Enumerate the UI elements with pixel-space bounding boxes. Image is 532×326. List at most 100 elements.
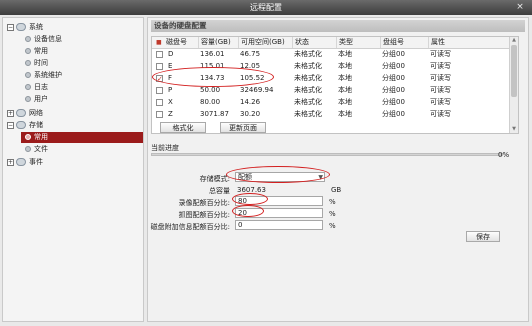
cell-status: 未格式化: [294, 62, 322, 70]
folder-icon: [16, 23, 26, 31]
cell-free: 30.20: [240, 110, 261, 118]
remote-config-window: 远程配置 × − 系统 设备信息 常用 时间 系统维护 日志 用户 + 网络 − 存储: [0, 0, 532, 326]
cell-group: 分组00: [382, 74, 405, 82]
row-checkbox[interactable]: [156, 99, 163, 106]
table-row[interactable]: P 50.00 32469.94 未格式化 本地 分组00 可读写: [152, 85, 512, 96]
picture-quota-input[interactable]: 20: [235, 208, 323, 218]
row-checkbox[interactable]: [156, 63, 163, 70]
row-checkbox[interactable]: [156, 51, 163, 58]
save-button[interactable]: 保存: [466, 231, 500, 242]
table-scrollbar[interactable]: ▲ ▼: [509, 37, 518, 133]
row-checkbox[interactable]: [156, 87, 163, 94]
cell-free: 14.26: [240, 98, 261, 106]
collapse-icon[interactable]: −: [7, 121, 14, 129]
extra-quota-unit: %: [329, 222, 336, 230]
chevron-down-icon[interactable]: ▼: [318, 173, 323, 182]
header-marker-icon: ■: [156, 39, 162, 46]
cell-type: 本地: [338, 74, 352, 82]
settings-icon: [25, 36, 31, 42]
settings-icon: [25, 60, 31, 66]
cell-group: 分组00: [382, 50, 405, 58]
tree-item-log[interactable]: 日志: [25, 82, 48, 93]
settings-icon: [25, 146, 31, 152]
format-button[interactable]: 格式化: [160, 122, 206, 133]
tree-item-file[interactable]: 文件: [25, 144, 48, 155]
cell-capacity: 50.00: [200, 86, 221, 94]
cell-disk: F: [168, 74, 173, 82]
tree-item-general[interactable]: 常用: [25, 46, 48, 57]
cell-capacity: 136.01: [200, 50, 225, 58]
cell-capacity: 3071.87: [200, 110, 229, 118]
expand-icon[interactable]: +: [7, 158, 14, 166]
tree-item-time[interactable]: 时间: [25, 58, 48, 69]
folder-icon: [16, 158, 26, 166]
storage-mode-select[interactable]: 配额 ▼: [235, 172, 325, 182]
column-header-group: 盘组号: [380, 37, 404, 48]
tree-item-storage[interactable]: − 存储: [7, 120, 43, 131]
settings-icon: [25, 84, 31, 90]
tree-item-device-info[interactable]: 设备信息: [25, 34, 62, 45]
column-header-disk: 磁盘号: [166, 38, 187, 46]
cell-group: 分组00: [382, 62, 405, 70]
section-title: 设备的硬盘配置: [151, 20, 525, 32]
cell-disk: Z: [168, 110, 173, 118]
settings-icon: [25, 96, 31, 102]
sidebar-tree: − 系统 设备信息 常用 时间 系统维护 日志 用户 + 网络 − 存储 常用 文件: [2, 17, 144, 322]
cell-disk: E: [168, 62, 173, 70]
expand-icon[interactable]: +: [7, 109, 14, 117]
record-quota-unit: %: [329, 198, 336, 206]
title-bar: 远程配置 ×: [0, 0, 532, 15]
cell-group: 分组00: [382, 86, 405, 94]
collapse-icon[interactable]: −: [7, 23, 14, 31]
cell-capacity: 115.01: [200, 62, 225, 70]
table-row-selected[interactable]: ✓ F 134.73 105.52 未格式化 本地 分组00 可读写: [152, 73, 512, 84]
tree-item-event[interactable]: + 事件: [7, 157, 43, 168]
scrollbar-thumb[interactable]: [511, 45, 517, 97]
row-checkbox-checked[interactable]: ✓: [156, 75, 163, 83]
table-header: ■ 磁盘号 容量(GB) 可用空间(GB) 状态 类型 盘组号 属性: [152, 37, 512, 49]
cell-type: 本地: [338, 98, 352, 106]
refresh-button[interactable]: 更新页面: [220, 122, 266, 133]
main-panel: 设备的硬盘配置 ■ 磁盘号 容量(GB) 可用空间(GB) 状态 类型 盘组号 …: [147, 17, 529, 322]
cell-attr: 可读写: [430, 74, 451, 82]
cell-attr: 可读写: [430, 86, 451, 94]
tree-item-storage-general[interactable]: 常用: [21, 132, 143, 143]
cell-type: 本地: [338, 110, 352, 118]
tree-item-maintenance[interactable]: 系统维护: [25, 70, 62, 81]
cell-capacity: 80.00: [200, 98, 221, 106]
tree-item-network[interactable]: + 网络: [7, 108, 43, 119]
picture-quota-unit: %: [329, 210, 336, 218]
extra-quota-input[interactable]: 0: [235, 220, 323, 230]
record-quota-input[interactable]: 80: [235, 196, 323, 206]
scroll-down-icon[interactable]: ▼: [510, 126, 518, 133]
table-row[interactable]: E 115.01 12.05 未格式化 本地 分组00 可读写: [152, 61, 512, 72]
cell-type: 本地: [338, 50, 352, 58]
settings-icon: [25, 72, 31, 78]
total-capacity-label: 总容量: [209, 187, 230, 195]
cell-group: 分组00: [382, 98, 405, 106]
scroll-up-icon[interactable]: ▲: [510, 37, 518, 44]
column-header-capacity: 容量(GB): [198, 37, 231, 48]
folder-icon: [16, 109, 26, 117]
cell-attr: 可读写: [430, 50, 451, 58]
progress-bar: [151, 153, 503, 156]
column-header-free: 可用空间(GB): [238, 37, 285, 48]
settings-icon: [25, 134, 31, 140]
cell-free: 105.52: [240, 74, 265, 82]
tree-item-system[interactable]: − 系统: [7, 22, 43, 33]
record-quota-label: 录像配额百分比:: [178, 199, 230, 207]
table-row[interactable]: D 136.01 46.75 未格式化 本地 分组00 可读写: [152, 49, 512, 60]
table-row[interactable]: Z 3071.87 30.20 未格式化 本地 分组00 可读写: [152, 109, 512, 120]
table-row[interactable]: X 80.00 14.26 未格式化 本地 分组00 可读写: [152, 97, 512, 108]
tree-item-user[interactable]: 用户: [25, 94, 48, 105]
cell-capacity: 134.73: [200, 74, 225, 82]
cell-status: 未格式化: [294, 74, 322, 82]
extra-quota-label: 磁盘附加信息配额百分比:: [150, 223, 230, 231]
progress-label: 当前进度: [151, 144, 179, 152]
cell-attr: 可读写: [430, 98, 451, 106]
cell-attr: 可读写: [430, 62, 451, 70]
cell-status: 未格式化: [294, 110, 322, 118]
cell-type: 本地: [338, 62, 352, 70]
row-checkbox[interactable]: [156, 111, 163, 118]
close-icon[interactable]: ×: [514, 0, 526, 15]
